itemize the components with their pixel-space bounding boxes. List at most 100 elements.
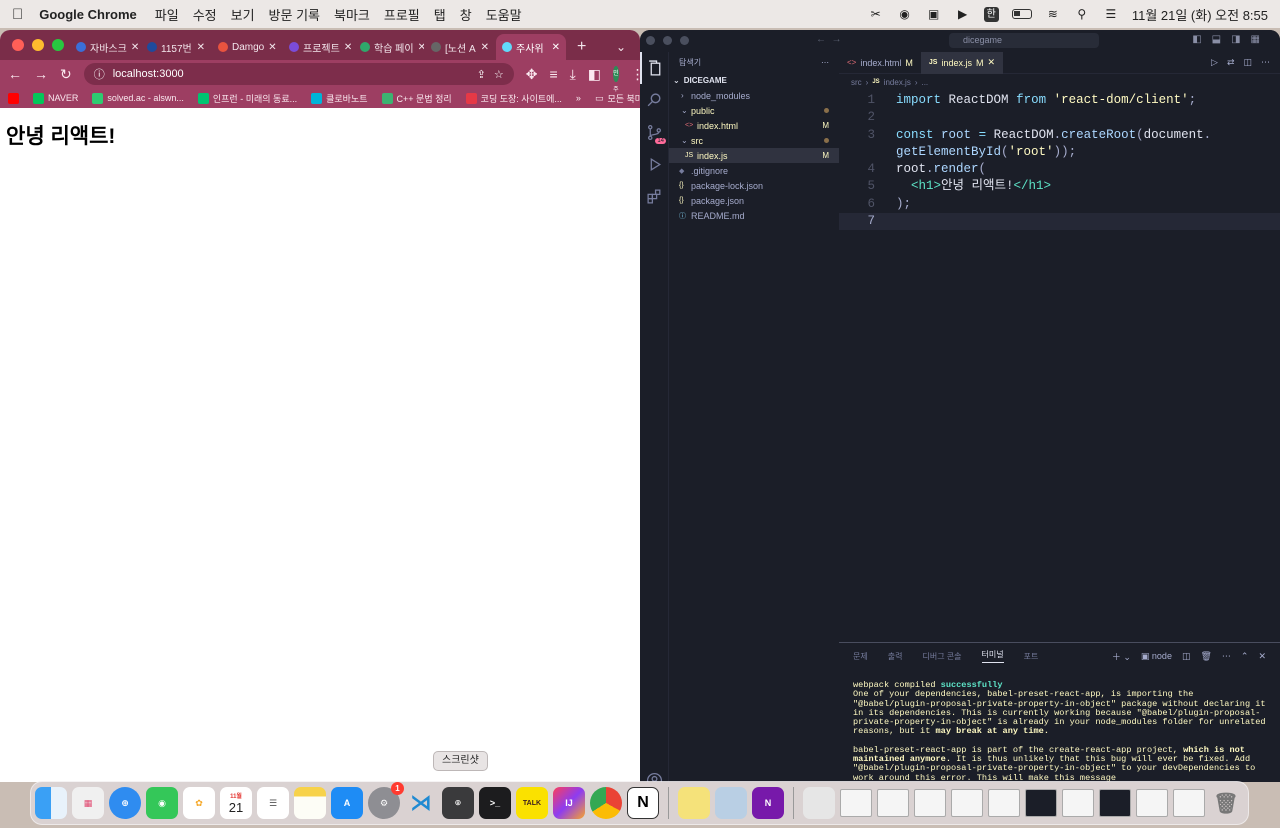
menu-edit[interactable]: 수정 (193, 5, 217, 24)
toggle-sidebar-icon[interactable]: ◧ (1192, 34, 1201, 45)
menu-history[interactable]: 방문 기록 (269, 5, 320, 24)
vscode-icon[interactable]: ⋊ (405, 787, 437, 819)
scissors-icon[interactable]: ✂ (868, 8, 884, 20)
apple-menu-icon[interactable]:  (12, 6, 23, 23)
minimized-window-thumbnail[interactable] (951, 789, 983, 817)
close-tab-icon[interactable]: ✕ (131, 42, 139, 53)
bookmark-item[interactable]: solved.ac - alswn... (92, 92, 184, 104)
browser-tab[interactable]: [노션 A ✕ (425, 34, 495, 60)
share-icon[interactable]: ⇪ (477, 68, 486, 81)
toggle-secondary-sidebar-icon[interactable]: ◨ (1231, 34, 1240, 45)
all-bookmarks-button[interactable]: ▭모든 북마크 (595, 92, 640, 105)
monitor-icon[interactable]: ▣ (926, 8, 942, 20)
close-tab-icon[interactable]: ✕ (552, 42, 560, 53)
split-terminal-icon[interactable]: ◫ (1182, 651, 1191, 662)
trash-icon[interactable]: 🗑 (1200, 651, 1211, 662)
toggle-panel-icon[interactable]: ⬓ (1212, 34, 1221, 45)
app-menu[interactable]: Google Chrome (39, 7, 137, 22)
battery-icon[interactable] (1011, 9, 1032, 19)
minimized-window-thumbnail[interactable] (1025, 789, 1057, 817)
search-icon[interactable]: ⚲ (1074, 8, 1090, 20)
close-tab-icon[interactable]: ✕ (344, 42, 352, 53)
minimized-window-thumbnail[interactable] (1173, 789, 1205, 817)
bookmark-item[interactable]: C++ 문법 정리 (381, 92, 452, 105)
forward-icon[interactable]: → (34, 66, 48, 82)
bookmark-item[interactable] (8, 92, 19, 104)
compare-icon[interactable]: ⇄ (1227, 57, 1235, 68)
code-editor[interactable]: 1 import ReactDOM from 'react-dom/client'… (839, 90, 1280, 231)
play-icon[interactable]: ▶ (955, 8, 971, 20)
close-tab-icon[interactable]: ✕ (481, 42, 489, 53)
minimized-window-thumbnail[interactable] (840, 789, 872, 817)
new-terminal-icon[interactable]: ＋ ⌄ (1112, 650, 1131, 663)
more-bookmarks-button[interactable]: » (576, 93, 581, 103)
browser-tab[interactable]: Damgo ✕ (212, 34, 282, 60)
menu-tab[interactable]: 탭 (434, 5, 446, 24)
tree-item-readme[interactable]: ⓘ README.md (669, 208, 839, 223)
menu-view[interactable]: 보기 (231, 5, 255, 24)
close-panel-icon[interactable]: ✕ (1258, 651, 1266, 662)
side-panel-icon[interactable]: ◧ (588, 66, 601, 83)
chrome-icon[interactable] (590, 787, 622, 819)
minimized-window-thumbnail[interactable] (914, 789, 946, 817)
more-actions-icon[interactable]: ⋯ (821, 58, 829, 67)
tree-item-package-json[interactable]: {} package.json (669, 193, 839, 208)
notes-icon[interactable] (294, 787, 326, 819)
tab-search-icon[interactable]: ⌄ (616, 40, 626, 60)
calendar-icon[interactable]: 11월 21 (220, 787, 252, 819)
project-folder[interactable]: ⌄ DICEGAME (669, 72, 839, 88)
url-text[interactable]: localhost:3000 (113, 68, 469, 80)
browser-tab[interactable]: 자바스크 ✕ (70, 34, 140, 60)
source-control-icon[interactable]: 14 (640, 116, 669, 148)
nav-arrows-icon[interactable]: ← → (816, 34, 842, 45)
menu-bookmarks[interactable]: 북마크 (334, 5, 370, 24)
terminal-icon[interactable]: >_ (479, 787, 511, 819)
terminal-instance[interactable]: ▣ node (1141, 651, 1172, 662)
address-bar[interactable]: ⓘ localhost:3000 ⇪ ☆ (83, 63, 514, 85)
chrome-menu-icon[interactable]: ⋮ (631, 66, 640, 83)
extensions-icon[interactable]: ✥ (526, 66, 538, 83)
control-center-icon[interactable]: ☰ (1103, 8, 1119, 20)
tree-item-src[interactable]: ⌄ src (669, 133, 839, 148)
tree-item-index-html[interactable]: <> index.html M (669, 118, 839, 133)
close-window-button[interactable] (12, 39, 24, 51)
finder-icon[interactable] (35, 787, 67, 819)
bookmark-item[interactable]: 코딩 도장: 사이트에... (465, 92, 562, 105)
minimized-window-thumbnail[interactable] (1136, 789, 1168, 817)
site-info-icon[interactable]: ⓘ (94, 66, 105, 82)
tab-ports[interactable]: 포트 (1024, 651, 1039, 662)
extensions-icon[interactable] (640, 180, 669, 212)
glasses-icon[interactable]: ◉ (897, 8, 913, 20)
explorer-icon[interactable] (640, 52, 669, 84)
clock[interactable]: 11월 21일 (화) 오전 8:55 (1132, 5, 1268, 24)
tab-output[interactable]: 출력 (888, 651, 903, 662)
account-icon[interactable] (640, 764, 669, 782)
menu-window[interactable]: 창 (460, 5, 472, 24)
launchpad-icon[interactable]: ▦ (72, 787, 104, 819)
input-source[interactable]: 한 (983, 6, 999, 22)
system-settings-icon[interactable]: ⚙ 1 (368, 782, 404, 819)
minimized-window-thumbnail[interactable] (877, 789, 909, 817)
minimize-window-button[interactable] (663, 36, 672, 45)
close-window-button[interactable] (646, 36, 655, 45)
preview-icon[interactable] (715, 787, 747, 819)
close-tab-icon[interactable]: ✕ (987, 57, 995, 68)
run-icon[interactable]: ▷ (1211, 57, 1218, 68)
more-actions-icon[interactable]: ⋯ (1261, 57, 1270, 68)
terminal-output[interactable]: webpack compiled successfully One of you… (839, 669, 1280, 782)
tree-item-node-modules[interactable]: › node_modules (669, 88, 839, 103)
more-actions-icon[interactable]: ⋯ (1222, 651, 1231, 662)
editor-tab-index-html[interactable]: <> index.html M (839, 52, 921, 74)
new-tab-button[interactable]: + (567, 38, 596, 60)
messages-icon[interactable]: ◉ (146, 787, 178, 819)
menu-help[interactable]: 도움말 (486, 5, 522, 24)
reading-list-icon[interactable]: ≡ (549, 66, 557, 82)
onenote-icon[interactable]: N (752, 787, 784, 819)
editor-tab-index-js[interactable]: JS index.js M ✕ (920, 51, 1003, 74)
app-store-icon[interactable]: A (331, 787, 363, 819)
notion-icon[interactable]: N (627, 787, 659, 819)
tab-problems[interactable]: 문제 (853, 651, 868, 662)
reload-icon[interactable]: ↻ (60, 66, 72, 83)
intellij-icon[interactable]: IJ (553, 787, 585, 819)
reminders-icon[interactable]: ☰ (257, 787, 289, 819)
